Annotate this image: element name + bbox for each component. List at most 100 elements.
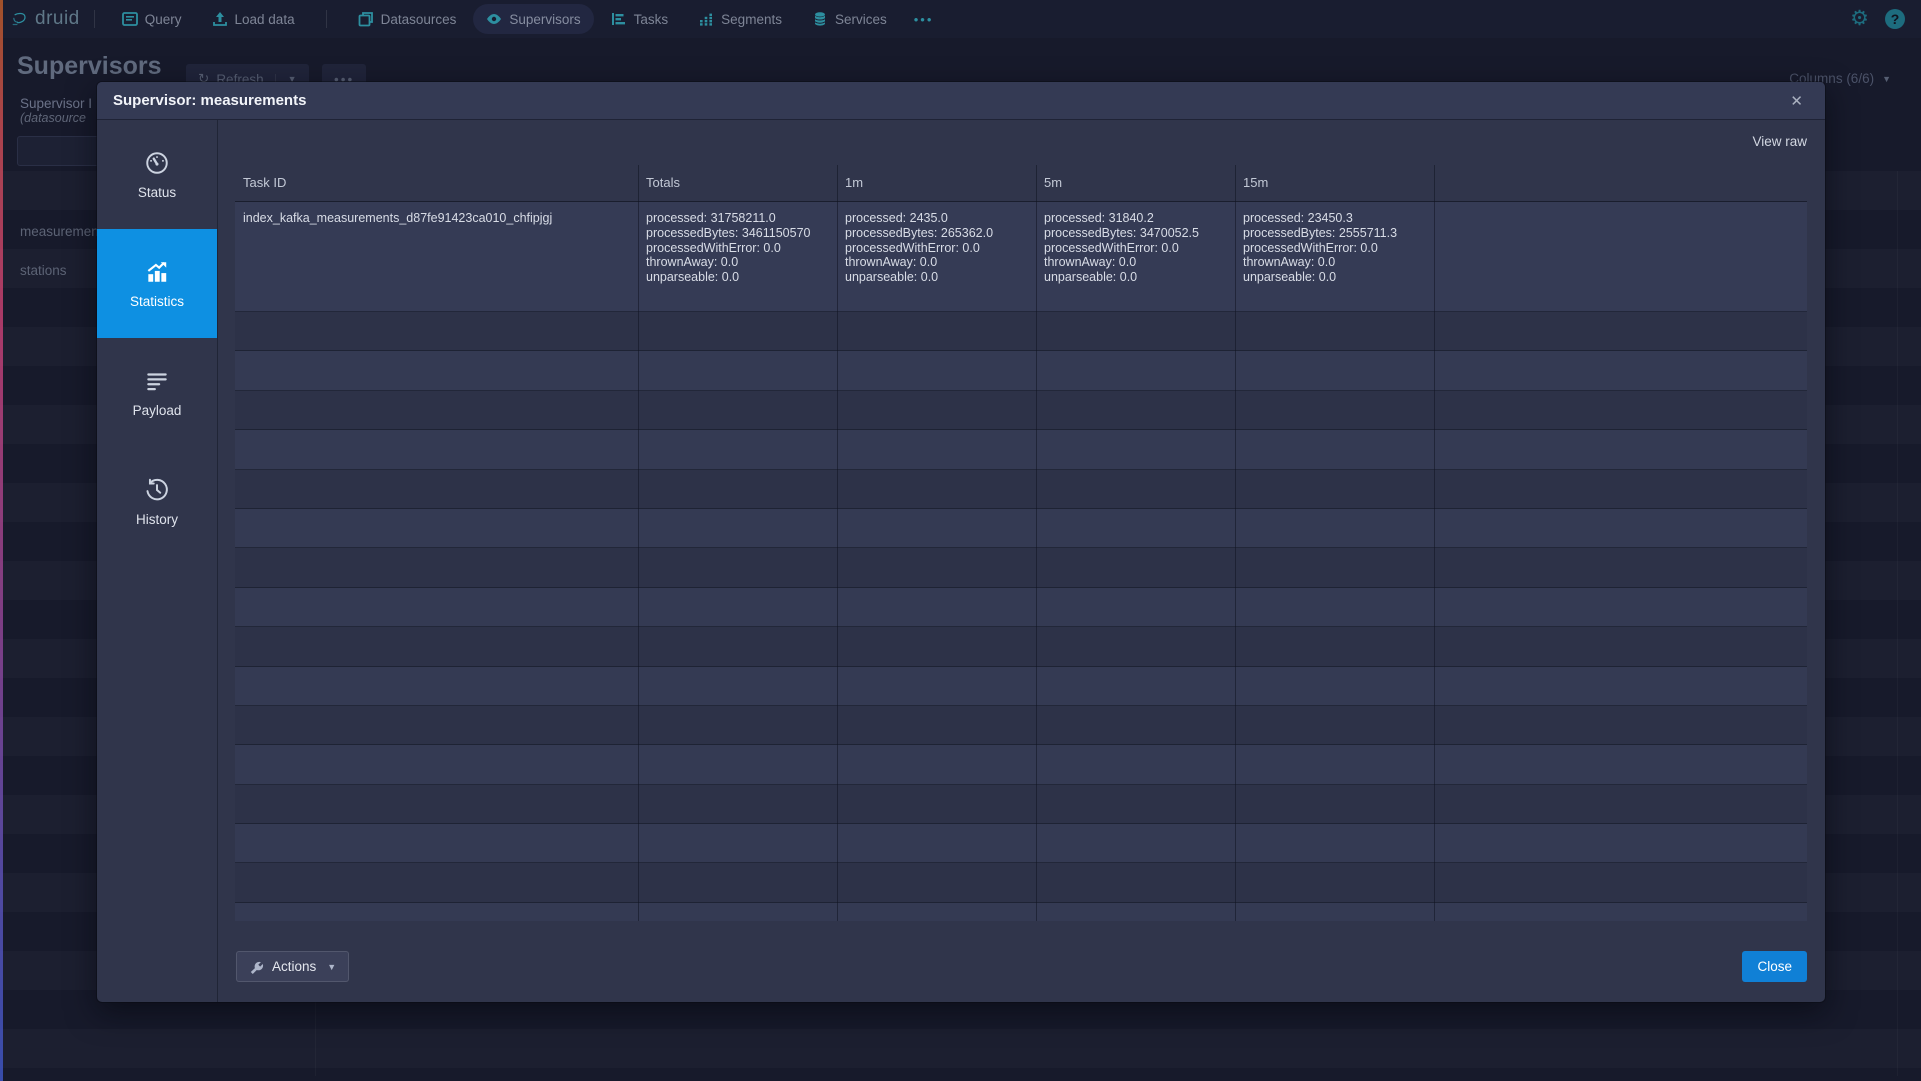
column-header-1m[interactable]: 1m: [837, 165, 1036, 201]
list-item[interactable]: measurements: [20, 224, 109, 239]
nav-item-label: Tasks: [634, 12, 669, 27]
nav-item-datasources[interactable]: Datasources: [345, 4, 470, 34]
supervisor-dialog: Supervisor: measurements ✕ Status: [97, 82, 1825, 1002]
statistics-table: Task ID Totals 1m 5m 15m index_kafka_mea…: [235, 165, 1807, 921]
nav-item-load-data[interactable]: Load data: [199, 4, 308, 34]
empty-table-row: [235, 509, 1807, 548]
payload-text-icon: [144, 368, 170, 394]
screen-edge-gradient: [0, 0, 3, 1081]
nav-item-segments[interactable]: Segments: [685, 4, 795, 34]
column-separator: [1434, 165, 1435, 921]
actions-button[interactable]: Actions ▼: [236, 951, 349, 982]
dialog-content: View raw Task ID Totals 1m 5m 15m index_…: [218, 120, 1825, 1002]
help-icon[interactable]: ?: [1885, 9, 1905, 29]
empty-table-row: [235, 351, 1807, 390]
column-separator: [638, 165, 639, 921]
chevron-down-icon: ▼: [327, 962, 336, 972]
close-button[interactable]: Close: [1742, 951, 1807, 982]
empty-table-row: [235, 588, 1807, 627]
druid-logo[interactable]: druid: [12, 8, 80, 30]
chevron-down-icon: ▼: [1882, 74, 1891, 84]
view-raw-link[interactable]: View raw: [1752, 134, 1807, 149]
dialog-side-menu: Status Statistics Pay: [97, 120, 218, 1002]
nav-item-label: Segments: [721, 12, 782, 27]
column-separator: [1036, 165, 1037, 921]
table-row: index_kafka_measurements_d87fe91423ca010…: [235, 202, 1807, 312]
nav-item-query[interactable]: Query: [109, 4, 195, 34]
actions-label: Actions: [272, 959, 316, 974]
wrench-icon: [249, 959, 264, 974]
empty-table-row: [235, 785, 1807, 824]
tab-label: Statistics: [130, 294, 184, 309]
totals-cell: processed: 31758211.0 processedBytes: 34…: [638, 202, 837, 311]
task-id-cell: index_kafka_measurements_d87fe91423ca010…: [235, 202, 638, 311]
empty-table-row: [235, 706, 1807, 745]
column-separator: [1235, 165, 1236, 921]
background-column-line: [1897, 171, 1898, 1076]
top-nav: druid Query Load data Datasources Superv…: [0, 0, 1921, 38]
empty-table-row: [235, 627, 1807, 666]
empty-table-row: [235, 745, 1807, 784]
tab-label: Status: [138, 185, 176, 200]
gear-icon[interactable]: ⚙: [1850, 9, 1869, 29]
nav-more-icon[interactable]: •••: [904, 12, 944, 27]
nav-divider: [326, 10, 327, 28]
query-icon: [122, 11, 138, 27]
nav-item-supervisors[interactable]: Supervisors: [473, 4, 593, 34]
supervisors-icon: [486, 11, 502, 27]
empty-table-row: [235, 824, 1807, 863]
tab-label: History: [136, 512, 178, 527]
empty-table-row: [235, 391, 1807, 430]
tab-statistics[interactable]: Statistics: [97, 229, 217, 338]
page-title: Supervisors: [17, 52, 162, 81]
list-header-line1: Supervisor I: [20, 96, 92, 111]
tasks-icon: [611, 11, 627, 27]
tab-label: Payload: [133, 403, 182, 418]
tab-status[interactable]: Status: [97, 120, 217, 229]
nav-item-tasks[interactable]: Tasks: [598, 4, 682, 34]
dialog-header: Supervisor: measurements ✕: [97, 82, 1825, 120]
empty-table-row: [235, 470, 1807, 509]
list-item[interactable]: stations: [20, 263, 67, 278]
column-header-5m[interactable]: 5m: [1036, 165, 1235, 201]
status-gauge-icon: [144, 150, 170, 176]
load-data-icon: [212, 11, 228, 27]
nav-item-label: Datasources: [381, 12, 457, 27]
segments-icon: [698, 11, 714, 27]
nav-divider: [94, 10, 95, 28]
empty-table-row: [235, 863, 1807, 902]
history-clock-icon: [144, 477, 170, 503]
nav-item-services[interactable]: Services: [799, 4, 900, 34]
table-header-row: Task ID Totals 1m 5m 15m: [235, 165, 1807, 202]
list-column-header: Supervisor I (datasource: [20, 96, 92, 125]
empty-table-row: [235, 430, 1807, 469]
services-icon: [812, 11, 828, 27]
empty-table-row: [235, 312, 1807, 351]
15m-cell: processed: 23450.3 processedBytes: 25557…: [1235, 202, 1434, 311]
empty-table-row: [235, 548, 1807, 587]
column-separator: [837, 165, 838, 921]
nav-item-label: Query: [145, 12, 182, 27]
column-header-filler: [1434, 165, 1807, 201]
nav-item-label: Services: [835, 12, 887, 27]
empty-table-row: [235, 903, 1807, 921]
nav-item-label: Supervisors: [509, 12, 580, 27]
tab-payload[interactable]: Payload: [97, 338, 217, 447]
empty-table-row: [235, 667, 1807, 706]
datasources-icon: [358, 11, 374, 27]
1m-cell: processed: 2435.0 processedBytes: 265362…: [837, 202, 1036, 311]
close-icon[interactable]: ✕: [1784, 90, 1809, 112]
5m-cell: processed: 31840.2 processedBytes: 34700…: [1036, 202, 1235, 311]
druid-logo-icon: [12, 11, 28, 27]
logo-wordmark: druid: [35, 8, 80, 30]
dialog-title: Supervisor: measurements: [113, 92, 306, 109]
list-header-line2: (datasource: [20, 111, 92, 125]
column-header-task-id[interactable]: Task ID: [235, 165, 638, 201]
statistics-chart-icon: [144, 259, 170, 285]
column-header-totals[interactable]: Totals: [638, 165, 837, 201]
tab-history[interactable]: History: [97, 447, 217, 556]
nav-item-label: Load data: [235, 12, 295, 27]
filler-cell: [1434, 202, 1807, 311]
column-header-15m[interactable]: 15m: [1235, 165, 1434, 201]
dialog-footer: Actions ▼ Close: [236, 951, 1807, 982]
